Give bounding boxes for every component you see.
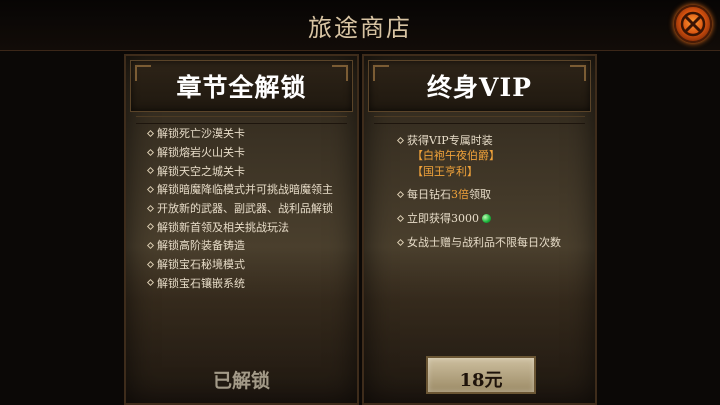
list-item: 女战士赠与战利品不限每日次数 <box>396 234 561 250</box>
diamond-bullet-icon <box>146 241 155 250</box>
list-item: 获得VIP专属时装 【白袍午夜伯爵】 【国王亨利】 <box>396 132 561 180</box>
costume-name: 【白袍午夜伯爵】 <box>412 149 500 162</box>
unlocked-status-label: 已解锁 <box>212 370 270 392</box>
green-gem-icon <box>482 213 491 223</box>
list-item: 解锁宝石秘境模式 <box>146 255 333 274</box>
close-button[interactable] <box>674 5 712 43</box>
vip-panel: 终身VIP 获得VIP专属时装 【白袍午夜伯爵】 【国王亨利】 每日钻石 3倍 … <box>362 54 597 405</box>
list-item: 解锁天空之城关卡 <box>146 161 333 180</box>
diamond-bullet-icon <box>146 185 155 193</box>
diamond-bullet-icon <box>396 190 405 198</box>
chapter-unlock-panel: 章节全解锁 解锁死亡沙漠关卡 解锁熔岩火山关卡 解锁天空之城关卡 解锁暗魔降临模… <box>124 54 359 405</box>
vip-panel-header: 终身VIP <box>368 60 591 112</box>
diamond-bullet-icon <box>146 223 155 231</box>
diamond-bullet-icon <box>146 204 155 212</box>
chapter-feature-list: 解锁死亡沙漠关卡 解锁熔岩火山关卡 解锁天空之城关卡 解锁暗魔降临模式并可挑战暗… <box>146 124 333 293</box>
diamond-bullet-icon <box>396 214 405 222</box>
close-icon <box>680 11 706 37</box>
page-title: 旅途商店 <box>308 14 412 42</box>
diamond-bullet-icon <box>146 260 155 268</box>
chapter-panel-title: 章节全解锁 <box>176 73 307 102</box>
divider <box>374 116 585 124</box>
list-item: 解锁熔岩火山关卡 <box>146 143 333 162</box>
costume-name: 【国王亨利】 <box>412 165 478 178</box>
diamond-bullet-icon <box>146 148 155 156</box>
price-label: 18元 <box>459 370 503 391</box>
diamond-bullet-icon <box>146 167 155 175</box>
diamond-bullet-icon <box>396 238 405 246</box>
divider <box>136 116 347 124</box>
list-item: 解锁新首领及相关挑战玩法 <box>146 217 333 236</box>
list-item: 解锁暗魔降临模式并可挑战暗魔领主 <box>146 180 333 199</box>
diamond-bullet-icon <box>146 279 155 287</box>
top-bar: 旅途商店 <box>0 0 720 51</box>
list-item: 立即获得 3000 <box>396 210 561 226</box>
list-item: 解锁死亡沙漠关卡 <box>146 124 333 143</box>
list-item: 解锁高阶装备铸造 <box>146 236 333 255</box>
multiplier-value: 3倍 <box>451 188 469 201</box>
gem-amount: 3000 <box>451 211 479 225</box>
chapter-panel-header: 章节全解锁 <box>130 60 353 112</box>
buy-vip-button[interactable]: 18元 <box>426 356 536 394</box>
diamond-bullet-icon <box>146 129 155 137</box>
diamond-bullet-icon <box>396 136 405 144</box>
list-item: 每日钻石 3倍 领取 <box>396 186 561 202</box>
list-item: 解锁宝石镶嵌系统 <box>146 274 333 293</box>
list-item: 开放新的武器、副武器、战利品解锁 <box>146 199 333 218</box>
vip-benefit-list: 获得VIP专属时装 【白袍午夜伯爵】 【国王亨利】 每日钻石 3倍 领取 立即获… <box>396 132 561 250</box>
vip-panel-title: 终身VIP <box>427 73 532 102</box>
